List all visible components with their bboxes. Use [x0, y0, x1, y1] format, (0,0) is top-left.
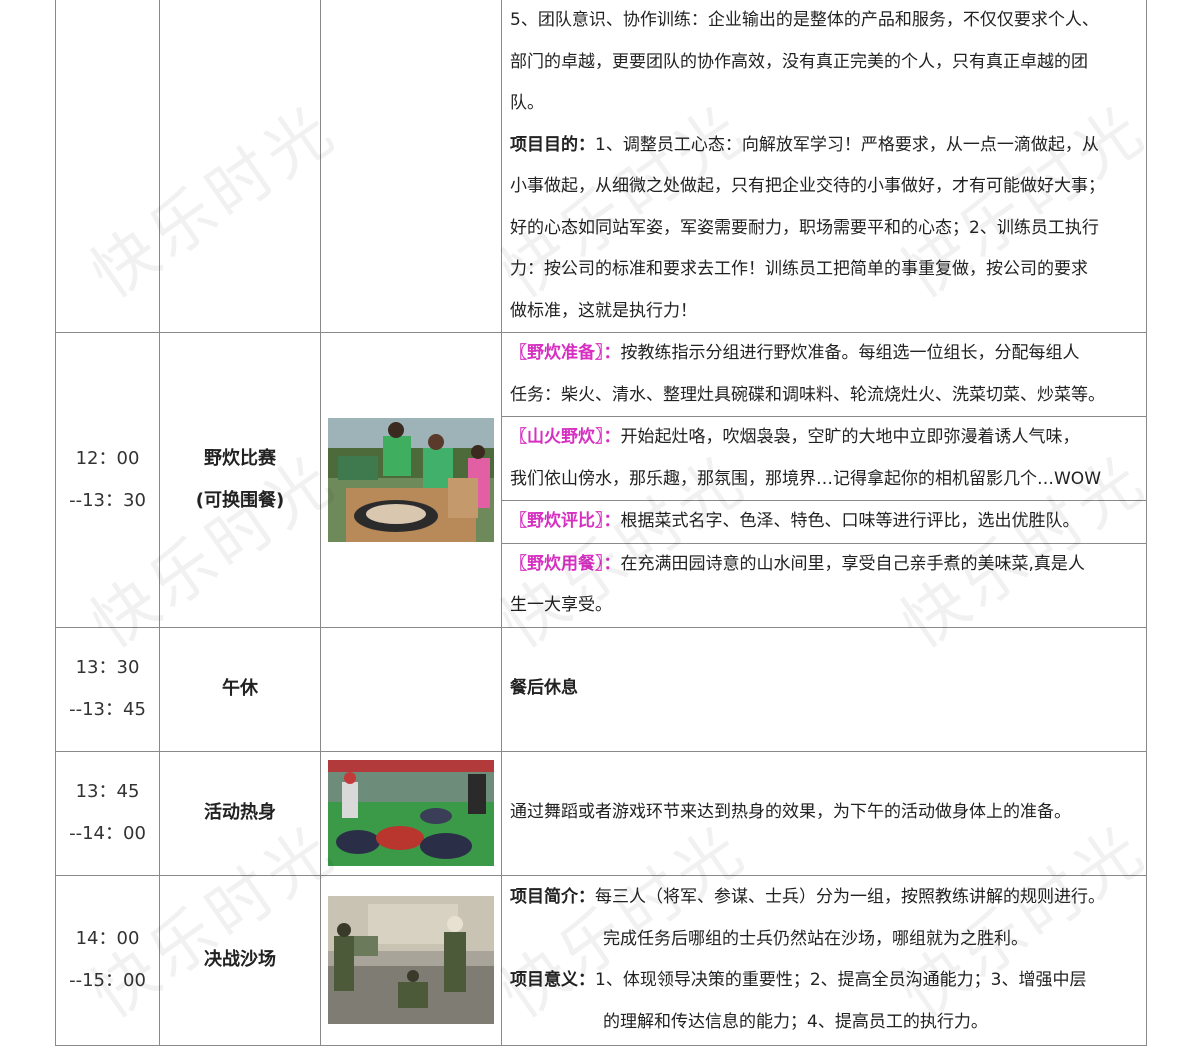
purpose-paragraph: 项目目的：1、调整员工心态：向解放军学习！严格要求，从一点一滴做起，从 [510, 125, 1140, 167]
intro-label: 项目简介： [510, 887, 595, 907]
image-cell [320, 0, 502, 333]
purpose-line: 做标准，这就是执行力！ [510, 300, 697, 321]
table-row: 13：30 --13：45 午休 餐后休息 [55, 626, 1147, 752]
purpose-line: 1、调整员工心态：向解放军学习！严格要求，从一点一滴做起，从 [595, 134, 1099, 155]
activity-cell: 决战沙场 [159, 874, 321, 1046]
image-cell [320, 332, 502, 628]
description-cell: 项目简介：每三人（将军、参谋、士兵）分为一组，按照教练讲解的规则进行。 完成任务… [501, 874, 1147, 1046]
table-row: 5、团队意识、协作训练：企业输出的是整体的产品和服务，不仅仅要求个人、 部门的卓… [55, 0, 1147, 333]
cooking-photo [328, 417, 494, 542]
activity-name: 活动热身 [204, 802, 276, 823]
desc-line: 队。 [510, 93, 544, 113]
image-cell [320, 750, 502, 876]
battlefield-photo [328, 896, 494, 1024]
section-label: 〖野炊用餐〗： [510, 553, 621, 574]
activity-note: (可换围餐) [195, 489, 285, 511]
description-cell: 餐后休息 [501, 626, 1147, 752]
section-line: 生一大享受。 [510, 595, 612, 615]
description-cell: 5、团队意识、协作训练：企业输出的是整体的产品和服务，不仅仅要求个人、 部门的卓… [501, 0, 1147, 333]
time-cell: 14：00 --15：00 [55, 874, 160, 1046]
description-cell: 通过舞蹈或者游戏环节来达到热身的效果，为下午的活动做身体上的准备。 [501, 750, 1147, 876]
time-end: --13：45 [69, 699, 146, 720]
meaning-line: 1、体现领导决策的重要性；2、提高全员沟通能力；3、增强中层 [595, 970, 1087, 990]
section-label: 〖山火野炊〗： [510, 427, 621, 447]
section-line: 开始起灶咯，吹烟袅袅，空旷的大地中立即弥漫着诱人气味， [620, 427, 1080, 447]
section-label: 〖野炊准备〗： [510, 343, 621, 363]
meaning-label: 项目意义： [510, 970, 595, 990]
desc-line: 部门的卓越，更要团队的协作高效，没有真正完美的个人，只有真正卓越的团 [510, 51, 1088, 72]
section-first-line: 〖山火野炊〗：开始起灶咯，吹烟袅袅，空旷的大地中立即弥漫着诱人气味， [510, 417, 1140, 459]
section-first-line: 〖野炊用餐〗：在充满田园诗意的山水间里，享受自己亲手煮的美味菜,真是人 [510, 544, 1140, 586]
meaning-line: 的理解和传达信息的能力；4、提高员工的执行力。 [603, 1011, 988, 1032]
activity-cell: 午休 [159, 626, 321, 752]
activity-cell [159, 0, 321, 333]
description-cell: 〖野炊准备〗：按教练指示分组进行野炊准备。每组选一位组长，分配每组人 任务：柴火… [501, 332, 1147, 628]
warmup-photo [328, 760, 494, 866]
time-cell: 12：00 --13：30 [55, 332, 160, 628]
purpose-line: 好的心态如同站军姿，军姿需要耐力，职场需要平和的心态；2、训练员工执行 [510, 217, 1099, 238]
intro-line: 每三人（将军、参谋、士兵）分为一组，按照教练讲解的规则进行。 [595, 887, 1105, 907]
time-end: --14：00 [69, 823, 146, 844]
purpose-line: 小事做起，从细微之处做起，只有把企业交待的小事做好，才有可能做好大事； [510, 176, 1105, 196]
time-end: --15：00 [69, 970, 146, 991]
activity-name: 午休 [222, 678, 258, 699]
section-line: 我们依山傍水，那乐趣，那氛围，那境界…记得拿起你的相机留影几个…WOW [510, 468, 1101, 489]
description-text: 餐后休息 [510, 678, 578, 699]
section-line: 任务：柴火、清水、整理灶具碗碟和调味料、轮流烧灶火、洗菜切菜、炒菜等。 [510, 384, 1105, 405]
section-cooking: 〖山火野炊〗：开始起灶咯，吹烟袅袅，空旷的大地中立即弥漫着诱人气味， 我们依山傍… [502, 416, 1146, 500]
section-dining: 〖野炊用餐〗：在充满田园诗意的山水间里，享受自己亲手煮的美味菜,真是人 生一大享… [502, 542, 1146, 627]
section-line: 在充满田园诗意的山水间里，享受自己亲手煮的美味菜,真是人 [620, 553, 1085, 574]
activity-cell: 活动热身 [159, 750, 321, 876]
time-cell: 13：45 --14：00 [55, 750, 160, 876]
section-prep: 〖野炊准备〗：按教练指示分组进行野炊准备。每组选一位组长，分配每组人 [510, 333, 1140, 375]
time-start: 12：00 [75, 447, 140, 469]
section-line: 按教练指示分组进行野炊准备。每组选一位组长，分配每组人 [620, 343, 1080, 363]
time-cell: 13：30 --13：45 [55, 626, 160, 752]
description-text: 通过舞蹈或者游戏环节来达到热身的效果，为下午的活动做身体上的准备。 [510, 802, 1071, 823]
activity-cell: 野炊比赛 (可换围餐) [159, 332, 321, 628]
table-row: 14：00 --15：00 决战沙场 项目简介：每三人（将军、参谋、士兵）分为一… [55, 874, 1147, 1046]
time-cell [55, 0, 160, 333]
activity-name: 野炊比赛 [204, 447, 276, 469]
section-line: 根据菜式名字、色泽、特色、口味等进行评比，选出优胜队。 [620, 511, 1080, 531]
schedule-table: 5、团队意识、协作训练：企业输出的是整体的产品和服务，不仅仅要求个人、 部门的卓… [55, 0, 1147, 1046]
intro-line: 完成任务后哪组的士兵仍然站在沙场，哪组就为之胜利。 [603, 928, 1028, 949]
meaning-paragraph: 项目意义：1、体现领导决策的重要性；2、提高全员沟通能力；3、增强中层 [510, 960, 1140, 1002]
time-start: 14：00 [75, 928, 140, 949]
time-start: 13：45 [75, 781, 140, 802]
time-end: --13：30 [69, 489, 146, 511]
table-row: 13：45 --14：00 活动热身 通过舞蹈或者游戏环节来达到热身的效果，为下… [55, 750, 1147, 876]
activity-name: 决战沙场 [204, 949, 276, 970]
image-cell [320, 626, 502, 752]
image-cell [320, 874, 502, 1046]
intro-paragraph: 项目简介：每三人（将军、参谋、士兵）分为一组，按照教练讲解的规则进行。 [510, 877, 1140, 919]
purpose-line: 力：按公司的标准和要求去工作！训练员工把简单的事重复做，按公司的要求 [510, 259, 1088, 279]
section-label: 〖野炊评比〗： [510, 511, 621, 531]
section-first-line: 〖野炊评比〗：根据菜式名字、色泽、特色、口味等进行评比，选出优胜队。 [510, 501, 1140, 543]
purpose-label: 项目目的： [510, 134, 595, 155]
table-row: 12：00 --13：30 野炊比赛 (可换围餐) 〖野炊准备〗：按教练指示分组… [55, 332, 1147, 628]
time-start: 13：30 [75, 657, 140, 678]
section-judging: 〖野炊评比〗：根据菜式名字、色泽、特色、口味等进行评比，选出优胜队。 [502, 500, 1146, 543]
desc-line: 5、团队意识、协作训练：企业输出的是整体的产品和服务，不仅仅要求个人、 [510, 10, 1099, 30]
